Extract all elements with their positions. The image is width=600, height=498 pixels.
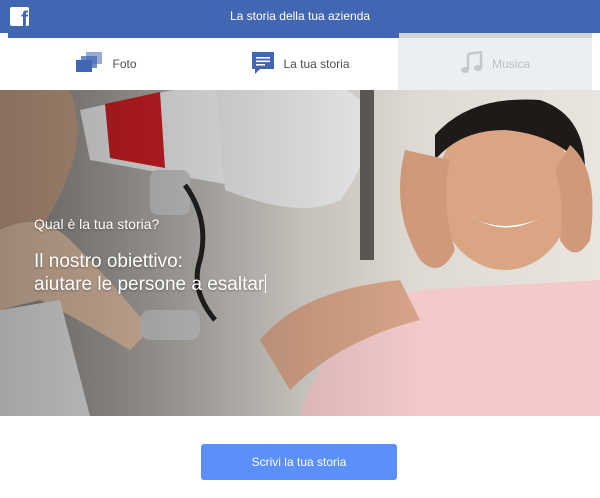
tab-musica-label: Musica (491, 57, 530, 71)
title-bar: f La storia della tua azienda (0, 0, 600, 33)
story-line-2: aiutare le persone a esaltar (34, 274, 265, 295)
music-note-icon (460, 49, 484, 78)
text-cursor (265, 274, 267, 293)
tab-foto[interactable]: Foto (8, 38, 203, 90)
tab-la-tua-storia[interactable]: La tua storia (203, 38, 398, 90)
chat-bubble-icon (251, 51, 275, 78)
write-story-button[interactable]: Scrivi la tua storia (201, 444, 397, 480)
story-prompt: Qual è la tua storia? (34, 216, 160, 232)
tab-foto-label: Foto (112, 57, 137, 71)
tab-musica[interactable]: Musica (398, 38, 592, 90)
story-line-1: Il nostro obiettivo: (34, 251, 183, 272)
tab-bar: Foto La tua storia Musica (8, 38, 592, 90)
hero-image: Qual è la tua storia? Il nostro obiettiv… (0, 90, 600, 416)
story-text-input[interactable]: Il nostro obiettivo: aiutare le persone … (34, 250, 267, 296)
page-title: La storia della tua azienda (229, 9, 371, 23)
photos-icon (74, 51, 104, 78)
tab-la-tua-storia-label: La tua storia (283, 57, 350, 71)
